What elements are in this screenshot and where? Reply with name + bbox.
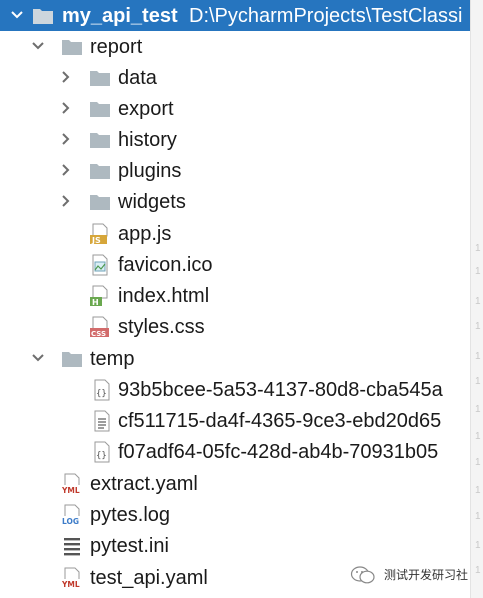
folder-icon: [90, 133, 110, 148]
log-file-icon: LOG: [62, 504, 82, 526]
tree-label: cf511715-da4f-4365-9ce3-ebd20d65: [118, 410, 442, 432]
project-tree: my_api_test D:\PycharmProjects\TestClass…: [0, 0, 470, 598]
tree-label: report: [90, 36, 143, 58]
chevron-right-icon[interactable]: [59, 194, 73, 208]
chevron-down-icon[interactable]: [10, 8, 24, 22]
folder-icon: [90, 164, 110, 179]
chevron-down-icon[interactable]: [31, 39, 45, 53]
gutter-line-marker: 1: [475, 377, 481, 387]
tree-label: f07adf64-05fc-428d-ab4b-70931b05: [118, 441, 439, 463]
tree-row-styles-css[interactable]: CSS styles.css: [0, 311, 470, 342]
yaml-file-icon: YML: [61, 567, 82, 589]
chevron-right-icon[interactable]: [59, 101, 73, 115]
tree-label: app.js: [118, 223, 172, 245]
gutter-line-marker: 1: [475, 566, 481, 576]
watermark-text: 测试开发研习社: [384, 568, 469, 582]
css-file-icon: CSS: [90, 316, 109, 338]
tree-row-extract-yaml[interactable]: YML extract.yaml: [0, 468, 470, 499]
gutter-line-marker: 1: [475, 244, 481, 254]
tree-row-temp-file-1[interactable]: {} 93b5bcee-5a53-4137-80d8-cba545a: [0, 374, 470, 405]
svg-text:{}: {}: [96, 451, 107, 461]
tree-label: favicon.ico: [118, 254, 213, 276]
tree-row-project-root[interactable]: my_api_test D:\PycharmProjects\TestClass…: [0, 0, 470, 31]
tree-label: plugins: [118, 160, 182, 182]
gutter-line-marker: 1: [475, 486, 481, 496]
gutter-line-marker: 1: [475, 512, 481, 522]
tree-label: export: [118, 98, 174, 120]
js-file-icon: JS: [90, 223, 108, 245]
tree-label: pytes.log: [90, 504, 171, 526]
tree-row-widgets[interactable]: widgets: [0, 186, 470, 217]
tree-row-temp[interactable]: temp: [0, 343, 470, 374]
yaml-file-icon: YML: [61, 473, 82, 495]
svg-text:YML: YML: [61, 486, 80, 495]
folder-icon: [33, 9, 53, 24]
tree-label: widgets: [118, 191, 186, 213]
gutter-line-marker: 1: [475, 352, 481, 362]
tree-row-plugins[interactable]: plugins: [0, 155, 470, 186]
text-file-icon: [94, 410, 110, 432]
chevron-right-icon[interactable]: [59, 70, 73, 84]
folder-icon: [62, 352, 82, 367]
tree-label: temp: [90, 348, 135, 370]
svg-text:LOG: LOG: [62, 517, 79, 526]
tree-row-pytes-log[interactable]: LOG pytes.log: [0, 499, 470, 530]
json-file-icon: {}: [94, 441, 110, 463]
folder-icon: [90, 71, 110, 86]
chevron-right-icon[interactable]: [59, 163, 73, 177]
folder-icon: [62, 40, 82, 55]
tree-row-index-html[interactable]: H index.html: [0, 280, 470, 311]
tree-label: data: [118, 67, 157, 89]
gutter-line-marker: 1: [475, 267, 481, 277]
tree-row-data[interactable]: data: [0, 62, 470, 93]
svg-text:H: H: [92, 298, 99, 307]
project-path: D:\PycharmProjects\TestClassi: [189, 5, 463, 27]
svg-text:YML: YML: [61, 580, 80, 589]
wechat-logo-icon: [350, 566, 375, 584]
tree-row-temp-file-2[interactable]: cf511715-da4f-4365-9ce3-ebd20d65: [0, 405, 470, 436]
tree-row-export[interactable]: export: [0, 93, 470, 124]
json-file-icon: {}: [94, 379, 110, 401]
gutter-line-marker: 1: [475, 405, 481, 415]
tree-label: styles.css: [118, 316, 205, 338]
tree-label: pytest.ini: [90, 535, 169, 557]
svg-text:{}: {}: [96, 389, 107, 399]
tree-label: extract.yaml: [90, 473, 198, 495]
gutter-line-marker: 1: [475, 541, 481, 551]
chevron-right-icon[interactable]: [59, 132, 73, 146]
tree-label: history: [118, 129, 177, 151]
tree-label: test_api.yaml: [90, 567, 208, 589]
folder-icon: [90, 102, 110, 117]
svg-text:CSS: CSS: [91, 330, 106, 338]
editor-gutter: 1 1 1 1 1 1 1 1 1 1 1 1 1: [470, 0, 483, 598]
tree-label: index.html: [118, 285, 210, 307]
tree-row-report[interactable]: report: [0, 31, 470, 62]
chevron-down-icon[interactable]: [31, 351, 45, 365]
tree-row-history[interactable]: history: [0, 124, 470, 155]
gutter-line-marker: 1: [475, 458, 481, 468]
folder-icon: [90, 195, 110, 210]
gutter-line-marker: 1: [475, 322, 481, 332]
html-file-icon: H: [90, 285, 108, 307]
svg-text:JS: JS: [91, 236, 101, 245]
tree-label: 93b5bcee-5a53-4137-80d8-cba545a: [118, 379, 443, 401]
tree-row-app-js[interactable]: JS app.js: [0, 218, 470, 249]
tree-row-favicon[interactable]: favicon.ico: [0, 249, 470, 280]
ini-file-icon: [64, 538, 80, 556]
project-name: my_api_test: [62, 5, 178, 27]
image-file-icon: [92, 254, 108, 276]
tree-row-pytest-ini[interactable]: pytest.ini: [0, 530, 470, 561]
tree-row-temp-file-3[interactable]: {} f07adf64-05fc-428d-ab4b-70931b05: [0, 436, 470, 467]
gutter-line-marker: 1: [475, 297, 481, 307]
gutter-line-marker: 1: [475, 432, 481, 442]
